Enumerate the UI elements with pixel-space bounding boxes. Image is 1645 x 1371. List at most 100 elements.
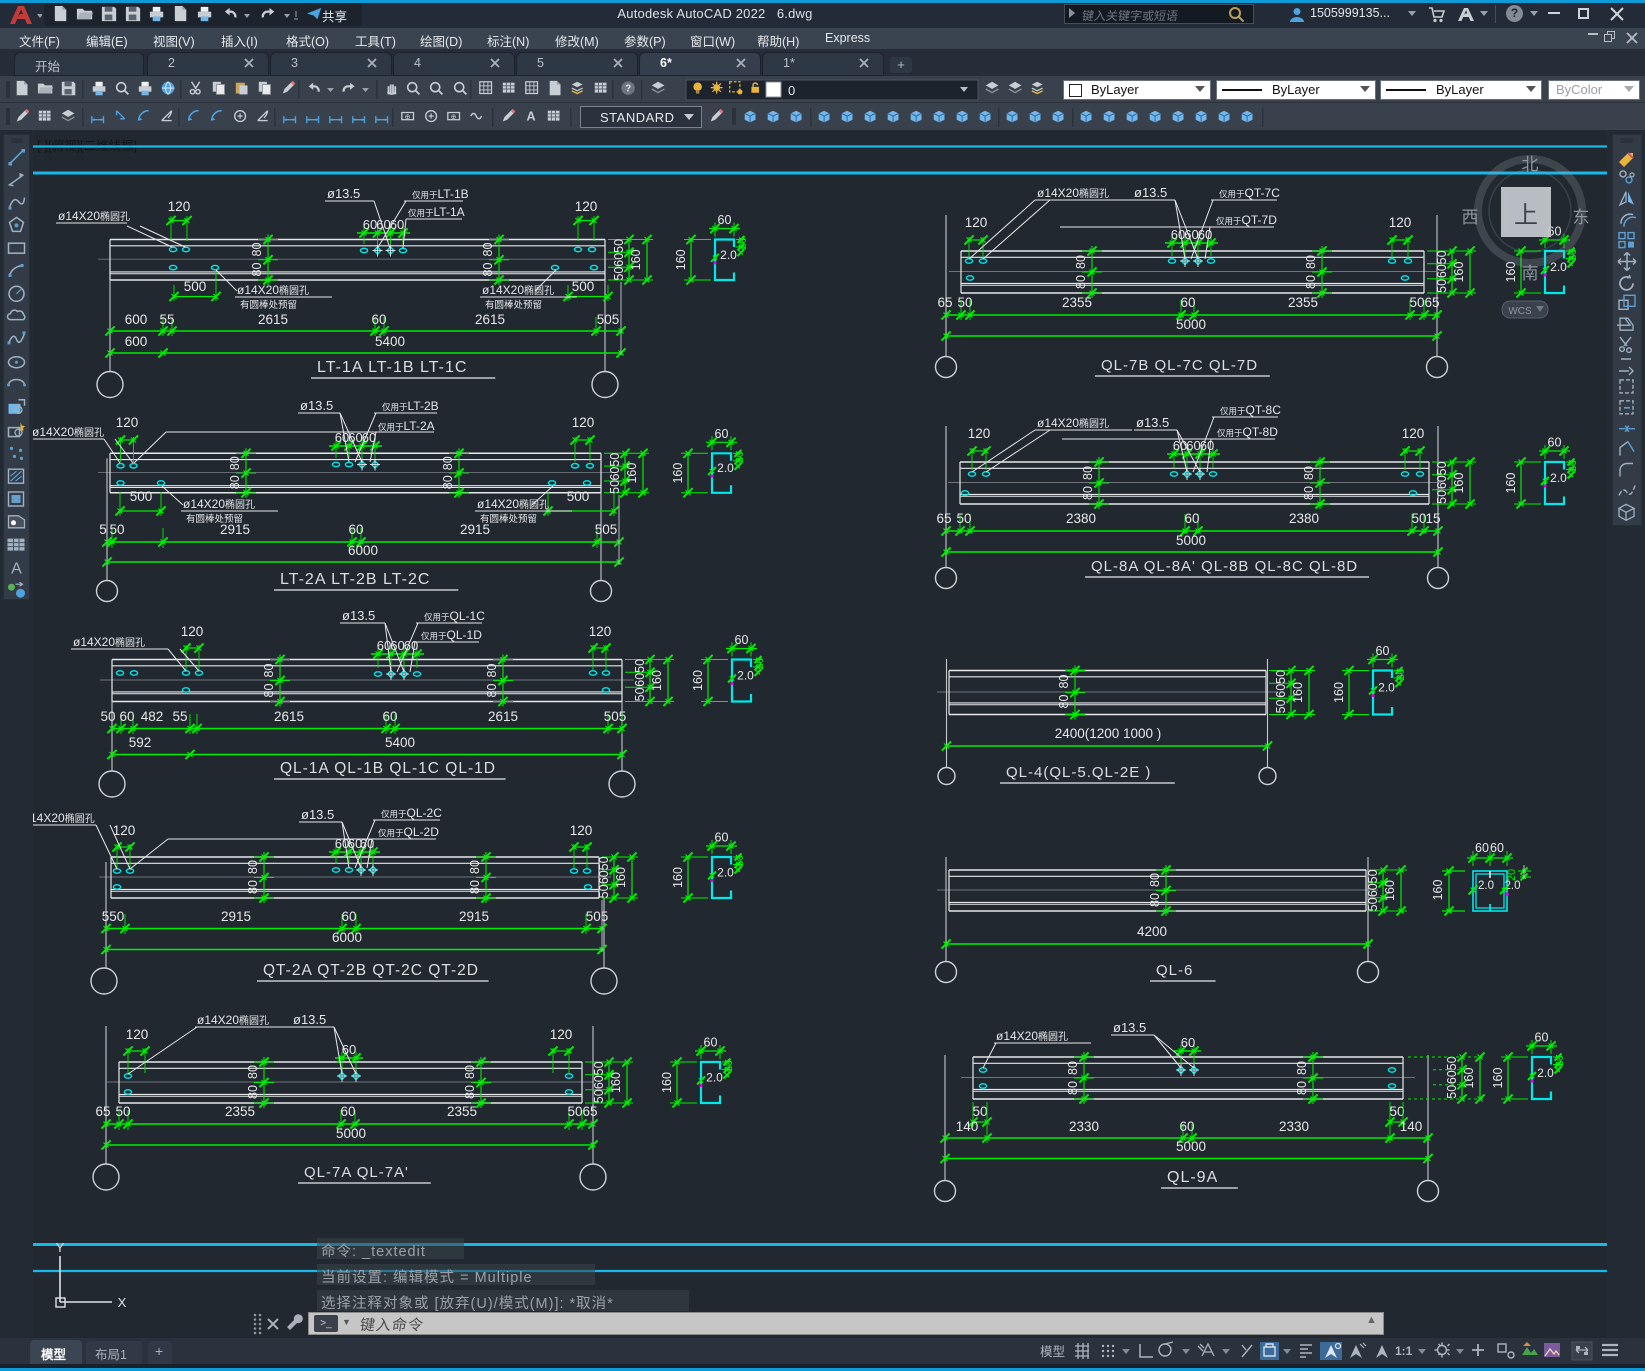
svg-text:仅用于LT-1A: 仅用于LT-1A — [408, 205, 465, 219]
svg-text:120: 120 — [965, 215, 988, 230]
svg-text:2355: 2355 — [1288, 295, 1318, 310]
svg-text:50: 50 — [612, 239, 626, 253]
svg-text:80: 80 — [485, 684, 499, 698]
svg-text:6000: 6000 — [348, 543, 378, 558]
svg-text:ø13.5: ø13.5 — [1134, 185, 1167, 200]
svg-text:60: 60 — [1490, 841, 1504, 855]
svg-text:5400: 5400 — [375, 334, 405, 349]
svg-text:550: 550 — [102, 909, 125, 924]
svg-text:50: 50 — [633, 659, 647, 673]
svg-text:60: 60 — [1366, 883, 1380, 897]
svg-text:20: 20 — [1567, 460, 1579, 472]
svg-text:65: 65 — [937, 295, 952, 310]
svg-text:160: 160 — [1383, 880, 1397, 901]
svg-text:80: 80 — [1057, 695, 1071, 709]
svg-text:60: 60 — [1535, 1031, 1549, 1045]
svg-text:50: 50 — [608, 453, 622, 467]
svg-text:50: 50 — [633, 687, 647, 701]
svg-text:60: 60 — [597, 870, 611, 884]
svg-text:ø14X20椭圆孔: ø14X20椭圆孔 — [183, 497, 255, 511]
svg-text:80: 80 — [1074, 255, 1088, 269]
svg-text:2355: 2355 — [447, 1104, 477, 1119]
svg-text:80: 80 — [441, 456, 455, 470]
svg-text:5400: 5400 — [385, 735, 415, 750]
svg-text:50: 50 — [956, 511, 971, 526]
svg-text:160: 160 — [671, 463, 685, 484]
svg-text:60: 60 — [1435, 264, 1449, 278]
svg-text:50: 50 — [1274, 699, 1288, 713]
svg-text:ø14X20椭圆孔: ø14X20椭圆孔 — [58, 209, 130, 223]
svg-text:20: 20 — [754, 657, 766, 669]
svg-text:505: 505 — [595, 522, 618, 537]
svg-text:482: 482 — [141, 709, 164, 724]
svg-text:500: 500 — [567, 489, 590, 504]
svg-text:20: 20 — [734, 451, 746, 463]
svg-text:80: 80 — [262, 684, 276, 698]
svg-text:60: 60 — [633, 673, 647, 687]
svg-text:2915: 2915 — [220, 522, 250, 537]
svg-text:120: 120 — [126, 1027, 149, 1042]
svg-text:60: 60 — [382, 709, 397, 724]
svg-text:50: 50 — [1409, 295, 1424, 310]
svg-text:QL-1A QL-1B QL-1C QL-1D: QL-1A QL-1B QL-1C QL-1D — [280, 760, 496, 777]
svg-text:50: 50 — [1445, 1056, 1459, 1070]
svg-text:2380: 2380 — [1289, 511, 1319, 526]
svg-text:ø13.5: ø13.5 — [301, 807, 334, 822]
svg-text:80: 80 — [246, 880, 260, 894]
svg-text:60: 60 — [390, 638, 404, 653]
svg-text:QL-8A QL-8A' QL-8B QL-8C QL-8D: QL-8A QL-8A' QL-8B QL-8C QL-8D — [1091, 558, 1358, 575]
svg-text:50: 50 — [608, 480, 622, 494]
svg-text:80: 80 — [1304, 255, 1318, 269]
svg-text:仅用于QL-2C: 仅用于QL-2C — [381, 806, 442, 820]
svg-text:仅用于QT-8D: 仅用于QT-8D — [1217, 425, 1278, 439]
svg-text:2615: 2615 — [258, 312, 288, 327]
svg-text:600: 600 — [125, 312, 148, 327]
svg-text:ø14X20椭圆孔: ø14X20椭圆孔 — [73, 635, 145, 649]
svg-text:50: 50 — [1366, 869, 1380, 883]
svg-text:60: 60 — [608, 467, 622, 481]
svg-text:2615: 2615 — [274, 709, 304, 724]
svg-text:120: 120 — [1402, 426, 1425, 441]
svg-text:140: 140 — [1400, 1119, 1423, 1134]
svg-text:上: 上 — [1514, 202, 1538, 229]
svg-text:2.0: 2.0 — [720, 248, 737, 262]
svg-text:仅用于QT-7D: 仅用于QT-7D — [1216, 213, 1277, 227]
svg-text:50: 50 — [1435, 461, 1449, 475]
svg-text:120: 120 — [181, 624, 204, 639]
svg-text:80: 80 — [468, 860, 482, 874]
svg-text:505: 505 — [586, 909, 609, 924]
svg-text:ø14X20椭圆孔: ø14X20椭圆孔 — [482, 283, 554, 297]
svg-text:60: 60 — [592, 1075, 606, 1089]
svg-text:60: 60 — [1445, 1070, 1459, 1084]
svg-text:50: 50 — [1435, 490, 1449, 504]
svg-text:160: 160 — [674, 249, 688, 270]
svg-text:2.0: 2.0 — [1378, 681, 1395, 695]
svg-text:55: 55 — [172, 709, 187, 724]
svg-text:50: 50 — [612, 267, 626, 281]
svg-text:60: 60 — [718, 213, 732, 227]
svg-text:80: 80 — [1066, 1061, 1080, 1075]
svg-text:60: 60 — [704, 1036, 718, 1050]
svg-text:50: 50 — [100, 709, 115, 724]
svg-text:60: 60 — [735, 633, 749, 647]
svg-text:4200: 4200 — [1137, 924, 1167, 939]
svg-text:2915: 2915 — [460, 522, 490, 537]
svg-text:80: 80 — [246, 1085, 260, 1099]
svg-text:仅用于QL-2D: 仅用于QL-2D — [378, 825, 439, 839]
svg-text:50: 50 — [592, 1061, 606, 1075]
svg-text:2355: 2355 — [1062, 295, 1092, 310]
svg-text:2380: 2380 — [1066, 511, 1096, 526]
svg-text:120: 120 — [116, 415, 139, 430]
svg-text:160: 160 — [1452, 473, 1466, 494]
svg-text:5000: 5000 — [336, 1126, 366, 1141]
svg-text:2330: 2330 — [1069, 1119, 1099, 1134]
svg-text:QT-2A QT-2B QT-2C QT-2D: QT-2A QT-2B QT-2C QT-2D — [263, 962, 479, 979]
svg-text:60: 60 — [341, 909, 356, 924]
svg-text:60: 60 — [1475, 841, 1489, 855]
svg-text:WCS: WCS — [1508, 306, 1532, 317]
svg-text:50: 50 — [972, 1104, 987, 1119]
svg-text:80: 80 — [441, 475, 455, 489]
svg-text:2.0: 2.0 — [706, 1071, 723, 1085]
svg-text:A: A — [527, 110, 536, 124]
svg-text:80: 80 — [1302, 486, 1316, 500]
